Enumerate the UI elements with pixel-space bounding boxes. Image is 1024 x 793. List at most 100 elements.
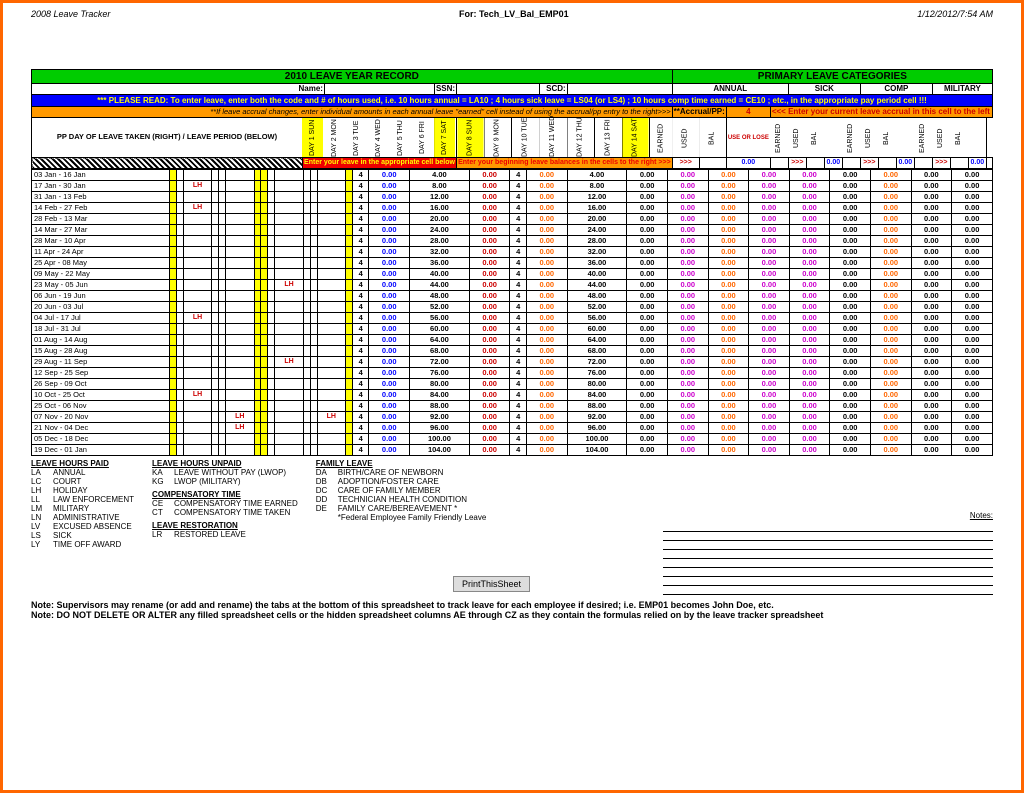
day-cell[interactable] xyxy=(254,258,261,269)
day-cell[interactable] xyxy=(317,280,345,291)
day-cell[interactable] xyxy=(345,225,352,236)
day-cell[interactable] xyxy=(303,203,310,214)
init-balance[interactable]: >>> xyxy=(860,158,878,169)
day-cell[interactable] xyxy=(303,181,310,192)
day-cell[interactable] xyxy=(254,302,261,313)
init-balance[interactable]: 0.00 xyxy=(896,158,914,169)
day-cell[interactable] xyxy=(226,335,254,346)
day-cell[interactable] xyxy=(268,192,275,203)
day-cell[interactable] xyxy=(176,423,183,434)
day-cell[interactable] xyxy=(275,401,303,412)
day-cell[interactable] xyxy=(310,445,317,456)
day-cell[interactable] xyxy=(317,302,345,313)
day-cell[interactable] xyxy=(183,335,211,346)
day-cell[interactable] xyxy=(310,291,317,302)
day-cell[interactable] xyxy=(268,225,275,236)
day-cell[interactable] xyxy=(275,258,303,269)
day-cell[interactable] xyxy=(275,214,303,225)
day-cell[interactable] xyxy=(183,280,211,291)
day-cell[interactable] xyxy=(303,313,310,324)
day-cell[interactable] xyxy=(183,346,211,357)
day-cell[interactable] xyxy=(317,335,345,346)
day-cell[interactable] xyxy=(310,236,317,247)
day-cell[interactable] xyxy=(176,280,183,291)
day-cell[interactable] xyxy=(176,247,183,258)
day-cell[interactable] xyxy=(183,247,211,258)
day-cell[interactable] xyxy=(268,434,275,445)
day-cell[interactable] xyxy=(303,258,310,269)
day-cell[interactable] xyxy=(170,357,177,368)
day-cell[interactable] xyxy=(275,302,303,313)
day-cell[interactable] xyxy=(219,434,226,445)
day-cell[interactable] xyxy=(254,280,261,291)
day-cell[interactable] xyxy=(170,423,177,434)
day-cell[interactable] xyxy=(317,247,345,258)
day-cell[interactable] xyxy=(345,247,352,258)
day-cell[interactable] xyxy=(219,313,226,324)
day-cell[interactable] xyxy=(317,346,345,357)
day-cell[interactable] xyxy=(212,170,219,181)
day-cell[interactable] xyxy=(183,445,211,456)
day-cell[interactable] xyxy=(345,368,352,379)
day-cell[interactable] xyxy=(317,258,345,269)
day-cell[interactable] xyxy=(345,181,352,192)
day-cell[interactable] xyxy=(317,423,345,434)
day-cell[interactable] xyxy=(254,335,261,346)
day-cell[interactable] xyxy=(176,335,183,346)
day-cell[interactable] xyxy=(303,401,310,412)
day-cell[interactable] xyxy=(275,434,303,445)
day-cell[interactable] xyxy=(275,346,303,357)
day-cell[interactable] xyxy=(170,291,177,302)
day-cell[interactable] xyxy=(261,291,268,302)
day-cell[interactable] xyxy=(212,357,219,368)
day-cell[interactable] xyxy=(317,368,345,379)
day-cell[interactable] xyxy=(317,236,345,247)
day-cell[interactable] xyxy=(261,247,268,258)
day-cell[interactable] xyxy=(170,346,177,357)
day-cell[interactable] xyxy=(303,434,310,445)
day-cell[interactable] xyxy=(176,236,183,247)
day-cell[interactable] xyxy=(303,302,310,313)
day-cell[interactable]: LH xyxy=(226,423,254,434)
day-cell[interactable] xyxy=(303,269,310,280)
day-cell[interactable] xyxy=(219,214,226,225)
day-cell[interactable] xyxy=(254,313,261,324)
day-cell[interactable] xyxy=(275,181,303,192)
day-cell[interactable] xyxy=(303,379,310,390)
day-cell[interactable] xyxy=(176,434,183,445)
day-cell[interactable] xyxy=(254,390,261,401)
day-cell[interactable] xyxy=(226,302,254,313)
day-cell[interactable] xyxy=(219,368,226,379)
day-cell[interactable] xyxy=(170,225,177,236)
day-cell[interactable] xyxy=(219,335,226,346)
day-cell[interactable] xyxy=(261,170,268,181)
day-cell[interactable] xyxy=(310,346,317,357)
day-cell[interactable] xyxy=(170,368,177,379)
day-cell[interactable] xyxy=(226,269,254,280)
day-cell[interactable] xyxy=(345,346,352,357)
day-cell[interactable] xyxy=(261,214,268,225)
day-cell[interactable] xyxy=(219,423,226,434)
day-cell[interactable] xyxy=(183,379,211,390)
day-cell[interactable] xyxy=(310,412,317,423)
day-cell[interactable] xyxy=(303,423,310,434)
day-cell[interactable] xyxy=(261,434,268,445)
day-cell[interactable] xyxy=(176,225,183,236)
day-cell[interactable] xyxy=(219,170,226,181)
day-cell[interactable] xyxy=(176,214,183,225)
day-cell[interactable] xyxy=(170,434,177,445)
day-cell[interactable] xyxy=(317,170,345,181)
day-cell[interactable]: LH xyxy=(317,412,345,423)
day-cell[interactable] xyxy=(226,236,254,247)
day-cell[interactable] xyxy=(254,225,261,236)
day-cell[interactable] xyxy=(317,192,345,203)
day-cell[interactable] xyxy=(176,368,183,379)
day-cell[interactable] xyxy=(212,346,219,357)
day-cell[interactable] xyxy=(261,423,268,434)
day-cell[interactable] xyxy=(219,280,226,291)
day-cell[interactable] xyxy=(212,269,219,280)
day-cell[interactable] xyxy=(226,247,254,258)
day-cell[interactable] xyxy=(170,258,177,269)
day-cell[interactable] xyxy=(170,324,177,335)
day-cell[interactable] xyxy=(310,313,317,324)
